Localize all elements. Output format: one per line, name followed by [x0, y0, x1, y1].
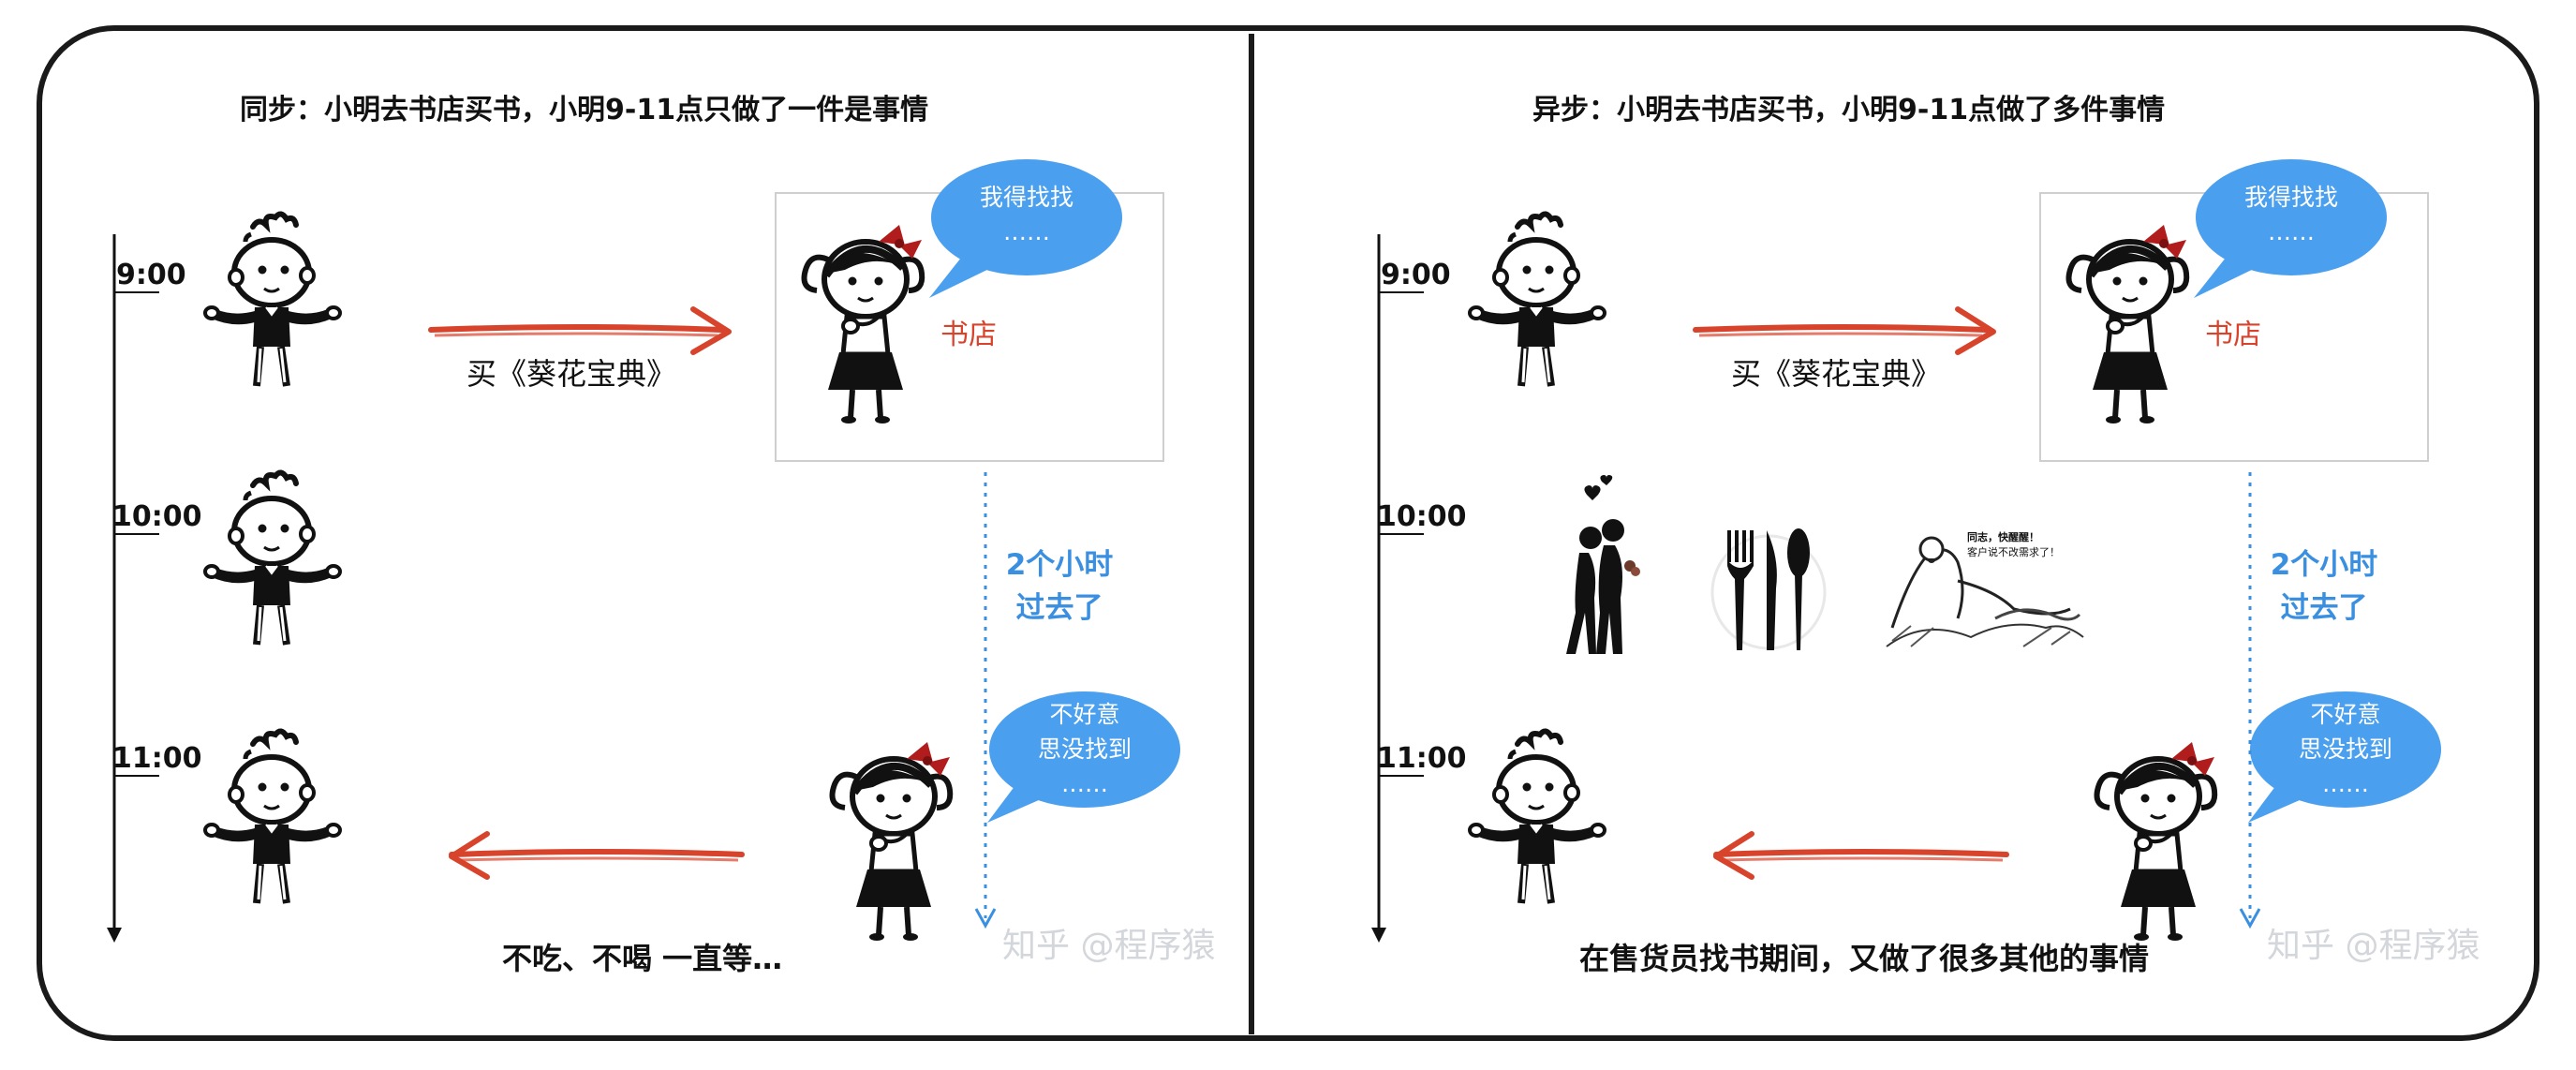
right-bottom-caption: 在售货员找书期间，又做了很多其他的事情 — [1579, 941, 2150, 976]
right-shop-label: 书店 — [2205, 319, 2261, 351]
left-elapsed-label: 2个小时 过去了 — [1005, 548, 1114, 625]
meme-caption: 同志，快醒醒！ 客户说不改需求了！ — [1967, 531, 2060, 558]
left-time-11: 11:00 — [112, 742, 202, 775]
left-time-10: 10:00 — [112, 500, 202, 533]
left-watermark: 知乎 @程序猿 — [1002, 927, 1216, 965]
sync-vs-async-diagram: 同步：小明去书店买书，小明9-11点只做了一件是事情 9:00 10:00 11… — [0, 0, 2576, 1070]
left-bubble-search-text: 我得找找…… — [979, 184, 1073, 245]
left-bubble-sorry-text: 不好意 思没找到…… — [1037, 701, 1132, 797]
right-elapsed-label: 2个小时 过去了 — [2270, 548, 2378, 625]
right-bubble-sorry-text: 不好意 思没找到…… — [2298, 701, 2392, 797]
left-time-9: 9:00 — [116, 259, 186, 291]
right-watermark: 知乎 @程序猿 — [2267, 927, 2480, 965]
left-shop-label: 书店 — [940, 319, 997, 351]
right-time-9: 9:00 — [1381, 259, 1451, 291]
left-title: 同步：小明去书店买书，小明9-11点只做了一件是事情 — [240, 94, 929, 126]
right-buy-label: 买《葵花宝典》 — [1731, 356, 1942, 392]
right-title: 异步：小明去书店买书，小明9-11点做了多件事情 — [1532, 94, 2166, 126]
left-bottom-caption: 不吃、不喝 一直等… — [502, 941, 783, 976]
right-time-11: 11:00 — [1377, 742, 1467, 775]
right-bubble-search-text: 我得找找…… — [2243, 184, 2338, 245]
left-buy-label: 买《葵花宝典》 — [466, 356, 677, 392]
right-time-10: 10:00 — [1377, 500, 1467, 533]
